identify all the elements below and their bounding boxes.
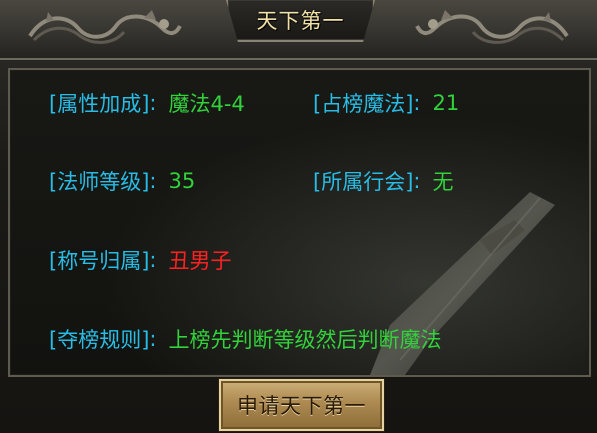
mage-level-label: [法师等级] (49, 170, 150, 194)
rules-value: 上榜先判断等级然后判断魔法 (168, 328, 442, 352)
dragon-ornament-icon (28, 10, 182, 44)
title-owner-label: [称号归属] (49, 249, 150, 273)
rank-magic-row: [占榜魔法] : 21 (313, 88, 459, 118)
title-owner-colon: : (149, 248, 157, 272)
title-plate: 天下第一 (226, 0, 375, 42)
info-panel: [属性加成] : 魔法4-4 [占榜魔法] : 21 [法师等级] : 35 [… (8, 68, 591, 377)
mage-level-value: 35 (168, 169, 196, 193)
attribute-bonus-value: 魔法4-4 (168, 92, 245, 116)
rules-colon: : (149, 327, 157, 351)
attribute-bonus-row: [属性加成] : 魔法4-4 (49, 88, 245, 118)
window-header: 天下第一 (0, 0, 597, 60)
apply-first-button[interactable]: 申请天下第一 (219, 379, 384, 431)
rank-magic-label: [占榜魔法] (313, 92, 414, 116)
guild-colon: : (413, 169, 421, 193)
attribute-bonus-label: [属性加成] (49, 92, 150, 116)
window-title: 天下第一 (256, 9, 345, 33)
attribute-bonus-colon: : (149, 91, 157, 115)
rules-label: [夺榜规则] (49, 328, 150, 352)
guild-label: [所属行会] (313, 170, 414, 194)
mage-level-row: [法师等级] : 35 (49, 166, 195, 196)
rank-magic-value: 21 (432, 91, 460, 115)
title-owner-value: 丑男子 (168, 249, 232, 273)
mage-level-colon: : (149, 169, 157, 193)
guild-row: [所属行会] : 无 (313, 166, 453, 196)
rank-magic-colon: : (413, 91, 421, 115)
rules-row: [夺榜规则] : 上榜先判断等级然后判断魔法 (49, 324, 441, 354)
apply-first-label: 申请天下第一 (237, 394, 366, 418)
title-owner-row: [称号归属] : 丑男子 (49, 245, 231, 275)
dragon-ornament-icon (415, 10, 569, 44)
guild-value: 无 (432, 170, 454, 194)
ranking-window: 天下第一 [属性加成] : 魔法4-4 [占榜魔法] : 21 [法师等级]:… (0, 0, 597, 433)
